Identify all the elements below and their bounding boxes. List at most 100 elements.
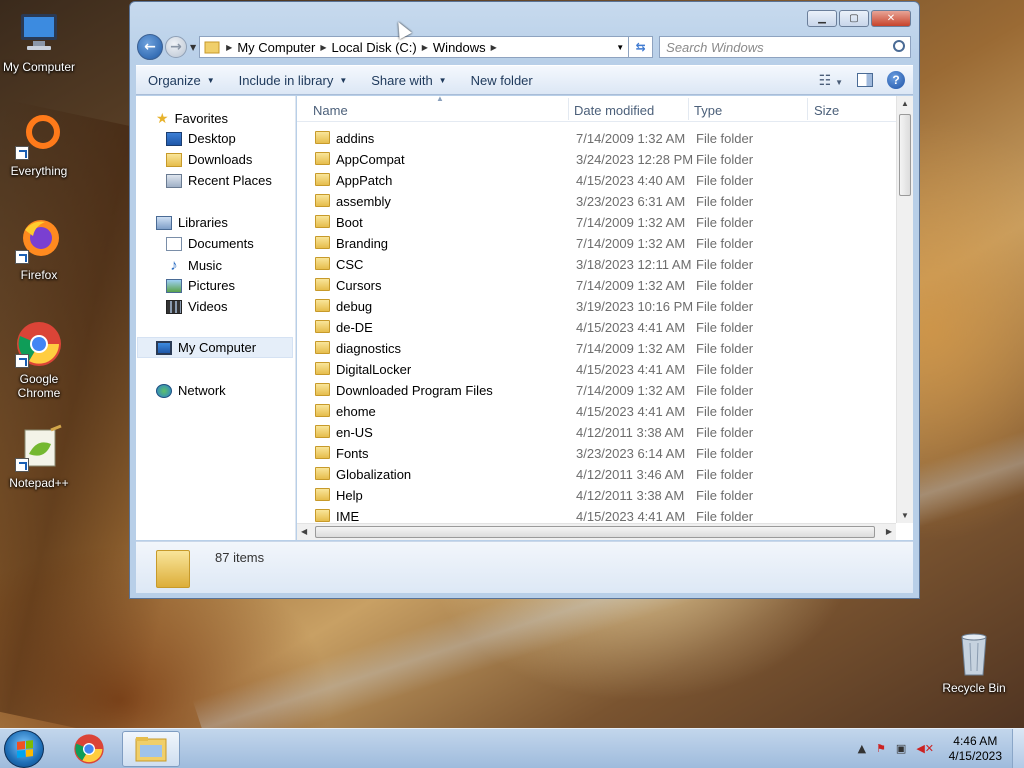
desktop-icon-notepadpp[interactable]: Notepad++	[1, 424, 77, 490]
nav-item-my-computer[interactable]: My Computer	[137, 337, 293, 358]
desktop-icon-label: Notepad++	[9, 476, 69, 490]
scroll-up-icon[interactable]: ▲	[901, 99, 909, 108]
back-button[interactable]: ←	[137, 34, 163, 60]
nav-item-downloads[interactable]: Downloads	[166, 152, 252, 167]
file-date-modified: 4/12/2011 3:38 AM	[576, 425, 685, 440]
table-row[interactable]: AppCompat 3/24/2023 12:28 PM File folder	[297, 149, 897, 170]
folder-icon	[156, 550, 190, 588]
preview-pane-icon[interactable]	[857, 73, 873, 87]
recent-places-icon	[166, 173, 182, 188]
table-row[interactable]: DigitalLocker 4/15/2023 4:41 AM File folde…	[297, 359, 897, 380]
desktop-icon-everything[interactable]: Everything	[1, 112, 77, 178]
column-divider[interactable]	[688, 98, 689, 120]
nav-item-documents[interactable]: Documents	[166, 236, 254, 251]
table-row[interactable]: de-DE 4/15/2023 4:41 AM File folder	[297, 317, 897, 338]
scroll-left-icon[interactable]: ◀	[301, 527, 307, 536]
table-row[interactable]: addins 7/14/2009 1:32 AM File folder	[297, 128, 897, 149]
address-dropdown-icon[interactable]: ▼	[616, 43, 624, 52]
table-row[interactable]: diagnostics 7/14/2009 1:32 AM File folder	[297, 338, 897, 359]
refresh-button[interactable]: ⇆	[629, 36, 654, 58]
table-row[interactable]: Boot 7/14/2009 1:32 AM File folder	[297, 212, 897, 233]
new-folder-button[interactable]: New folder	[459, 73, 545, 88]
column-divider[interactable]	[568, 98, 569, 120]
vertical-scrollbar[interactable]: ▲ ▼	[896, 96, 913, 523]
nav-item-recent-places[interactable]: Recent Places	[166, 173, 272, 188]
clock-date: 4/15/2023	[948, 749, 1002, 763]
minimize-button[interactable]: ▁	[807, 10, 837, 27]
file-type: File folder	[696, 278, 754, 293]
include-in-library-menu[interactable]: Include in library ▼	[227, 73, 360, 88]
item-count: 87 items	[215, 550, 265, 565]
table-row[interactable]: debug 3/19/2023 10:16 PM File folder	[297, 296, 897, 317]
column-header-date[interactable]: Date modified	[574, 103, 654, 118]
view-options-icon[interactable]: ☷ ▼	[819, 72, 843, 89]
table-row[interactable]: Branding 7/14/2009 1:32 AM File folder	[297, 233, 897, 254]
table-row[interactable]: Downloaded Program Files 7/14/2009 1:32 A…	[297, 380, 897, 401]
file-type: File folder	[696, 488, 754, 503]
maximize-button[interactable]: ▢	[839, 10, 869, 27]
taskbar-chrome-button[interactable]	[60, 731, 118, 767]
folder-icon	[315, 467, 330, 480]
table-row[interactable]: ehome 4/15/2023 4:41 AM File folder	[297, 401, 897, 422]
share-with-menu[interactable]: Share with ▼	[359, 73, 458, 88]
breadcrumb-separator[interactable]: ▶	[320, 43, 326, 52]
show-desktop-button[interactable]	[1012, 729, 1024, 768]
breadcrumb-my-computer[interactable]: My Computer	[237, 40, 315, 55]
clock-time: 4:46 AM	[953, 734, 998, 748]
file-name: ehome	[336, 404, 376, 419]
table-row[interactable]: en-US 4/12/2011 3:38 AM File folder	[297, 422, 897, 443]
column-header-name[interactable]: Name	[313, 103, 348, 118]
table-row[interactable]: Fonts 3/23/2023 6:14 AM File folder	[297, 443, 897, 464]
nav-item-favorites[interactable]: ★ Favorites	[156, 110, 228, 127]
table-row[interactable]: Cursors 7/14/2009 1:32 AM File folder	[297, 275, 897, 296]
table-row[interactable]: CSC 3/18/2023 12:11 AM File folder	[297, 254, 897, 275]
taskbar-explorer-button[interactable]	[122, 731, 180, 767]
close-button[interactable]: ✕	[871, 10, 911, 27]
search-input[interactable]: Search Windows	[659, 36, 911, 58]
volume-muted-icon[interactable]: ◀✕	[916, 742, 934, 755]
nav-item-desktop[interactable]: Desktop	[166, 131, 236, 146]
network-status-icon[interactable]: ▣	[896, 742, 906, 755]
table-row[interactable]: AppPatch 4/15/2023 4:40 AM File folder	[297, 170, 897, 191]
file-date-modified: 3/18/2023 12:11 AM	[576, 257, 692, 272]
desktop-icon-google-chrome[interactable]: Google Chrome	[1, 320, 77, 400]
scroll-right-icon[interactable]: ▶	[886, 527, 892, 536]
nav-item-label: Music	[188, 258, 222, 273]
scroll-down-icon[interactable]: ▼	[901, 511, 909, 520]
desktop-icon-firefox[interactable]: Firefox	[1, 216, 77, 282]
shortcut-arrow-icon	[15, 354, 29, 368]
table-row[interactable]: Globalization 4/12/2011 3:46 AM File folde…	[297, 464, 897, 485]
nav-item-videos[interactable]: Videos	[166, 299, 228, 314]
folder-icon	[315, 257, 330, 270]
search-icon[interactable]	[893, 40, 905, 52]
desktop-icon-recycle-bin[interactable]: Recycle Bin	[936, 631, 1012, 695]
column-header-size[interactable]: Size	[814, 103, 839, 118]
table-row[interactable]: Help 4/12/2011 3:38 AM File folder	[297, 485, 897, 506]
horizontal-scrollbar[interactable]: ◀ ▶	[297, 523, 896, 540]
breadcrumb-windows[interactable]: Windows	[433, 40, 486, 55]
column-header-type[interactable]: Type	[694, 103, 722, 118]
nav-item-libraries[interactable]: Libraries	[156, 215, 228, 230]
vertical-scroll-thumb[interactable]	[899, 114, 911, 196]
help-icon[interactable]: ?	[887, 71, 905, 89]
action-center-icon[interactable]: ⚑	[876, 742, 886, 755]
nav-item-music[interactable]: ♪ Music	[166, 257, 222, 274]
recent-pages-dropdown[interactable]: ▼	[190, 43, 196, 52]
breadcrumb-separator[interactable]: ▶	[422, 43, 428, 52]
breadcrumb-separator[interactable]: ▶	[226, 43, 232, 52]
start-button[interactable]	[4, 730, 44, 768]
breadcrumb-separator[interactable]: ▶	[491, 43, 497, 52]
file-type: File folder	[696, 404, 754, 419]
desktop-icon-my-computer[interactable]: My Computer	[1, 8, 77, 74]
column-divider[interactable]	[807, 98, 808, 120]
system-clock[interactable]: 4:46 AM 4/15/2023	[949, 734, 1002, 764]
show-hidden-icons-icon[interactable]: ▲	[858, 742, 866, 755]
table-row[interactable]: assembly 3/23/2023 6:31 AM File folder	[297, 191, 897, 212]
nav-item-network[interactable]: Network	[156, 383, 226, 398]
horizontal-scroll-thumb[interactable]	[315, 526, 875, 538]
forward-button[interactable]: →	[165, 36, 187, 58]
organize-menu[interactable]: Organize ▼	[136, 73, 227, 88]
breadcrumb-local-disk[interactable]: Local Disk (C:)	[332, 40, 417, 55]
nav-item-pictures[interactable]: Pictures	[166, 278, 235, 293]
address-bar[interactable]: ▶ My Computer ▶ Local Disk (C:) ▶ Window…	[199, 36, 630, 58]
